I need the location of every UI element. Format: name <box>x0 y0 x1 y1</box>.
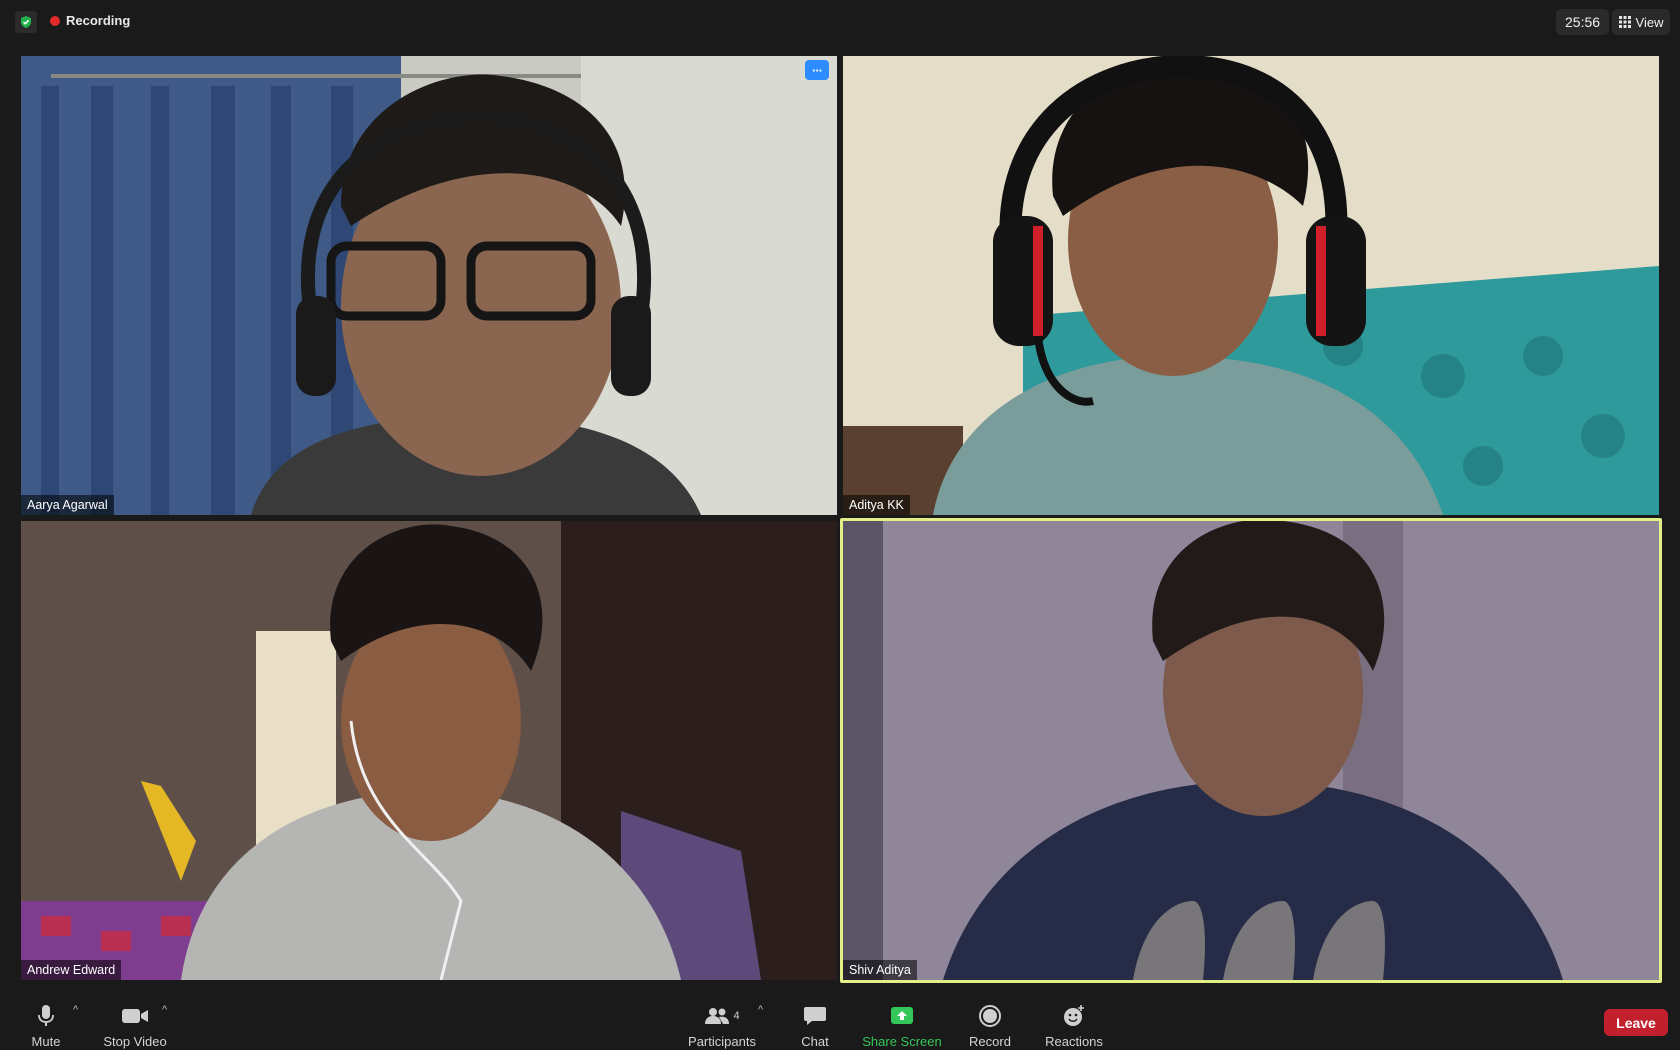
participant-video <box>843 56 1659 515</box>
top-bar: Recording 25:56 View <box>0 0 1680 44</box>
participant-video <box>843 521 1659 980</box>
chat-button[interactable]: Chat <box>795 996 835 1050</box>
recording-label: Recording <box>66 13 131 28</box>
mute-label: Mute <box>31 1034 61 1049</box>
leave-button[interactable]: Leave <box>1604 1009 1668 1036</box>
record-button[interactable]: Record <box>966 996 1014 1050</box>
share-screen-label: Share Screen <box>862 1034 942 1049</box>
reactions-emoji-icon <box>1064 1005 1084 1026</box>
stop-video-button[interactable]: Stop Video <box>100 996 170 1050</box>
video-tile-2[interactable]: Aditya KK <box>843 56 1659 515</box>
reactions-label: Reactions <box>1045 1034 1103 1049</box>
participant-name: Aditya KK <box>843 495 910 515</box>
chat-bubble-icon <box>804 1007 826 1025</box>
participants-button[interactable]: 4 Participants <box>686 996 758 1050</box>
encryption-shield-icon[interactable] <box>15 11 37 33</box>
video-camera-icon <box>122 1009 148 1023</box>
stop-video-label: Stop Video <box>103 1034 167 1049</box>
participant-name: Aarya Agarwal <box>21 495 114 515</box>
participants-count: 4 <box>733 1010 740 1022</box>
video-tile-4-active-speaker[interactable]: Shiv Aditya <box>843 521 1659 980</box>
participants-label: Participants <box>688 1034 756 1049</box>
record-label: Record <box>969 1034 1011 1049</box>
participants-options-caret-icon[interactable]: ^ <box>758 1004 763 1016</box>
share-screen-icon <box>891 1007 913 1024</box>
reactions-button[interactable]: Reactions <box>1044 996 1104 1050</box>
participant-name: Andrew Edward <box>21 960 122 980</box>
share-screen-button[interactable]: Share Screen <box>860 996 944 1050</box>
meeting-timer: 25:56 <box>1556 9 1610 35</box>
meeting-toolbar: Mute ^ Stop Video ^ 4 Participants ^ Cha… <box>0 996 1680 1050</box>
participants-icon <box>705 1008 730 1024</box>
grid-icon <box>1618 16 1631 28</box>
recording-indicator[interactable]: Recording <box>50 13 130 28</box>
recording-dot-icon <box>50 15 60 26</box>
participant-video <box>21 56 837 515</box>
record-icon <box>979 1005 1001 1027</box>
view-button[interactable]: View <box>1612 9 1670 35</box>
participant-name: Shiv Aditya <box>843 960 917 980</box>
participant-video <box>21 521 837 980</box>
audio-options-caret-icon[interactable]: ^ <box>73 1004 78 1016</box>
tile-more-options-button[interactable]: ··· <box>805 60 829 80</box>
video-tile-3[interactable]: Andrew Edward <box>21 521 837 980</box>
chat-label: Chat <box>801 1034 829 1049</box>
microphone-icon <box>38 1005 54 1026</box>
video-tile-1[interactable]: ··· Aarya Agarwal <box>21 56 837 515</box>
video-options-caret-icon[interactable]: ^ <box>162 1004 167 1016</box>
view-label: View <box>1635 14 1664 30</box>
mute-button[interactable]: Mute <box>26 996 66 1050</box>
